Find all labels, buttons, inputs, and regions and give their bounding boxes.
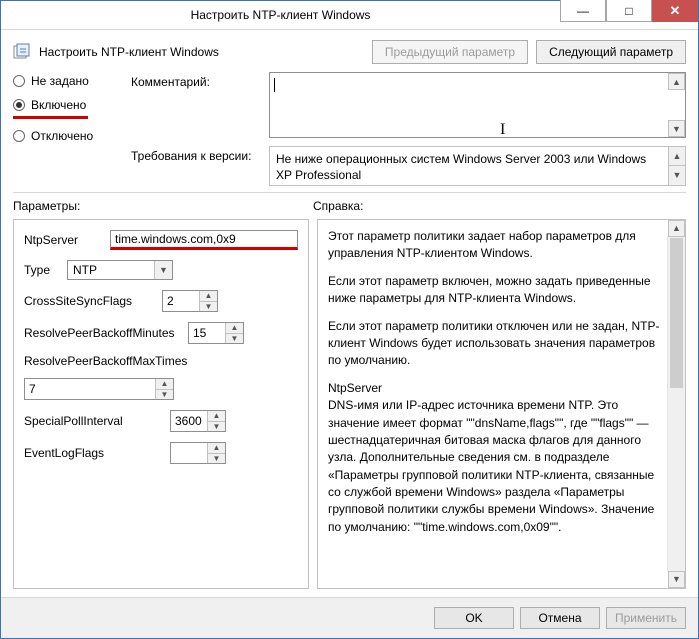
scroll-down-button[interactable]: ▼ <box>668 120 685 137</box>
radio-enabled[interactable]: Включено <box>13 98 113 112</box>
type-select[interactable]: NTP ▼ <box>67 260 173 280</box>
text-cursor <box>274 78 275 92</box>
scroll-up-button[interactable]: ▲ <box>668 147 685 166</box>
requirements-box: Не ниже операционных систем Windows Serv… <box>269 146 686 186</box>
spin-down-icon[interactable]: ▼ <box>156 390 173 400</box>
spin-up-icon[interactable]: ▲ <box>156 379 173 390</box>
spin-up-icon[interactable]: ▲ <box>226 323 243 334</box>
eventlog-label: EventLogFlags <box>24 446 162 460</box>
special-label: SpecialPollInterval <box>24 414 162 428</box>
requirements-label: Требования к версии: <box>131 146 259 163</box>
requirements-text: Не ниже операционных систем Windows Serv… <box>276 152 646 182</box>
scroll-up-button[interactable]: ▲ <box>668 73 685 90</box>
scroll-thumb[interactable] <box>670 238 683 388</box>
parameters-header: Параметры: <box>13 199 313 213</box>
dialog-window: Настроить NTP-клиент Windows — □ ✕ Настр… <box>0 0 699 639</box>
eventlog-input[interactable]: ▲▼ <box>170 442 226 464</box>
help-subheading: NtpServer <box>328 380 663 397</box>
radio-icon <box>13 130 25 142</box>
resolve-label: ResolvePeerBackoffMinutes <box>24 326 180 340</box>
radio-icon <box>13 99 25 111</box>
radio-icon <box>13 75 25 87</box>
resolvemax-label: ResolvePeerBackoffMaxTimes <box>24 354 298 368</box>
spin-down-icon[interactable]: ▼ <box>200 302 217 312</box>
radio-label: Включено <box>31 98 86 112</box>
scroll-up-button[interactable]: ▲ <box>668 220 685 237</box>
policy-icon <box>13 43 31 61</box>
close-button[interactable]: ✕ <box>652 0 698 22</box>
next-setting-button[interactable]: Следующий параметр <box>536 40 686 64</box>
ntpserver-input[interactable] <box>110 230 298 250</box>
spin-up-icon[interactable]: ▲ <box>208 443 225 454</box>
policy-title: Настроить NTP-клиент Windows <box>39 45 219 59</box>
comment-label: Комментарий: <box>131 72 259 89</box>
previous-setting-button[interactable]: Предыдущий параметр <box>372 40 528 64</box>
special-input[interactable]: ▲▼ <box>170 410 226 432</box>
minimize-button[interactable]: — <box>560 0 606 22</box>
radio-disabled[interactable]: Отключено <box>13 129 113 143</box>
radio-label: Отключено <box>31 129 93 143</box>
scroll-down-button[interactable]: ▼ <box>668 166 685 185</box>
chevron-down-icon: ▼ <box>154 261 172 279</box>
type-value: NTP <box>68 263 154 277</box>
spin-up-icon[interactable]: ▲ <box>200 291 217 302</box>
help-paragraph: Если этот параметр политики отключен или… <box>328 318 663 370</box>
radio-label: Не задано <box>31 74 89 88</box>
apply-button[interactable]: Применить <box>606 607 686 629</box>
title-bar: Настроить NTP-клиент Windows — □ ✕ <box>1 1 698 30</box>
spin-down-icon[interactable]: ▼ <box>208 454 225 464</box>
help-panel: ▲ ▼ Этот параметр политики задает набор … <box>317 219 686 589</box>
spin-down-icon[interactable]: ▼ <box>226 334 243 344</box>
comment-textarea[interactable]: I ▲ ▼ <box>269 72 686 138</box>
parameters-panel: NtpServer Type NTP ▼ CrossSiteSyncFlags … <box>13 219 309 589</box>
help-paragraph: Этот параметр политики задает набор пара… <box>328 228 663 263</box>
ntpserver-label: NtpServer <box>24 233 102 247</box>
resolvemax-input[interactable]: ▲▼ <box>24 378 174 400</box>
scroll-down-button[interactable]: ▼ <box>668 571 685 588</box>
resolve-input[interactable]: ▲▼ <box>188 322 244 344</box>
separator <box>13 192 686 193</box>
help-paragraph: Если этот параметр включен, можно задать… <box>328 273 663 308</box>
ok-button[interactable]: OK <box>434 607 514 629</box>
highlight-underline <box>13 116 88 119</box>
window-title: Настроить NTP-клиент Windows <box>1 8 560 22</box>
spin-up-icon[interactable]: ▲ <box>208 411 225 422</box>
spin-down-icon[interactable]: ▼ <box>208 422 225 432</box>
maximize-button[interactable]: □ <box>606 0 652 22</box>
crosssite-label: CrossSiteSyncFlags <box>24 294 154 308</box>
ibeam-cursor-icon: I <box>500 121 505 139</box>
help-paragraph: DNS-имя или IP-адрес источника времени N… <box>328 397 663 536</box>
radio-not-configured[interactable]: Не задано <box>13 74 113 88</box>
help-header: Справка: <box>313 199 686 213</box>
dialog-footer: OK Отмена Применить <box>1 597 698 638</box>
type-label: Type <box>24 263 59 277</box>
crosssite-input[interactable]: ▲▼ <box>162 290 218 312</box>
cancel-button[interactable]: Отмена <box>520 607 600 629</box>
